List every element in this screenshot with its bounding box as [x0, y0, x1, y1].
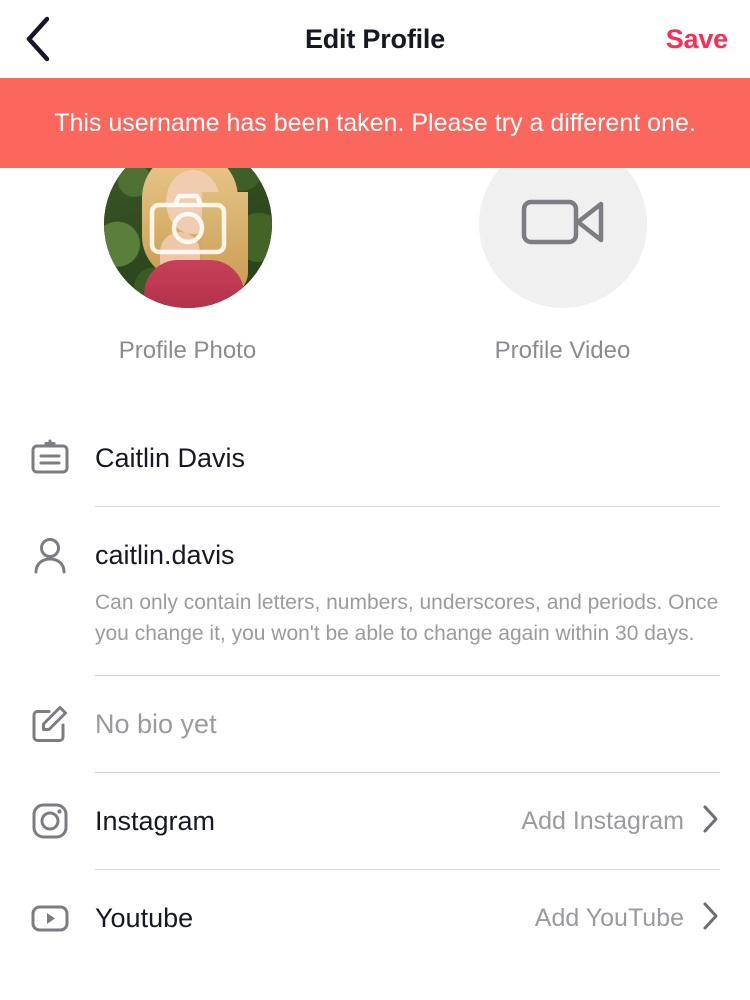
username-field-body: caitlin.davis Can only contain letters, …: [76, 507, 720, 675]
person-icon: [30, 507, 76, 603]
instagram-right: Add Instagram: [521, 804, 720, 839]
name-row[interactable]: Caitlin Davis: [0, 410, 750, 506]
edit-icon: [30, 676, 76, 772]
id-card-icon: [30, 410, 76, 506]
youtube-label: Youtube: [95, 902, 194, 933]
youtube-line: Youtube Add YouTube: [95, 870, 720, 966]
profile-photo-group: Profile Photo: [0, 140, 375, 365]
username-value: caitlin.davis: [95, 539, 235, 570]
youtube-icon: [30, 870, 76, 966]
youtube-row[interactable]: Youtube Add YouTube: [0, 870, 750, 966]
page-title: Edit Profile: [304, 23, 446, 54]
bio-placeholder: No bio yet: [95, 708, 217, 739]
save-button[interactable]: Save: [666, 0, 728, 78]
error-banner-message: This username has been taken. Please try…: [54, 109, 696, 137]
instagram-line: Instagram Add Instagram: [95, 773, 720, 869]
error-banner: This username has been taken. Please try…: [0, 78, 750, 168]
profile-fields-list: Caitlin Davis caitlin.davis Can only con…: [0, 410, 750, 966]
username-help-text: Can only contain letters, numbers, under…: [95, 591, 719, 645]
profile-video-label: Profile Video: [494, 337, 631, 364]
name-field[interactable]: Caitlin Davis: [95, 410, 720, 506]
media-row: Profile Photo Profile Video: [0, 140, 750, 365]
chevron-right-icon: [702, 804, 720, 839]
profile-photo-label: Profile Photo: [118, 337, 257, 364]
name-field-body: Caitlin Davis: [76, 410, 720, 506]
youtube-right: Add YouTube: [535, 901, 720, 936]
video-camera-icon: [521, 194, 605, 255]
instagram-action-label[interactable]: Add Instagram: [521, 807, 684, 836]
chevron-left-icon: [23, 16, 53, 62]
back-button[interactable]: [8, 0, 68, 78]
youtube-body: Youtube Add YouTube: [76, 870, 720, 966]
instagram-icon: [30, 773, 76, 869]
instagram-body: Instagram Add Instagram: [76, 773, 720, 869]
instagram-row[interactable]: Instagram Add Instagram: [0, 773, 750, 869]
app-header: Edit Profile Save: [0, 0, 750, 78]
username-row[interactable]: caitlin.davis Can only contain letters, …: [0, 507, 750, 675]
chevron-right-icon: [702, 901, 720, 936]
bio-field-body: No bio yet: [76, 676, 720, 772]
bio-row[interactable]: No bio yet: [0, 676, 750, 772]
bio-field[interactable]: No bio yet: [95, 676, 720, 772]
profile-video-group: Profile Video: [375, 140, 750, 365]
name-value: Caitlin Davis: [95, 442, 246, 473]
youtube-action-label[interactable]: Add YouTube: [535, 904, 684, 933]
instagram-label: Instagram: [95, 805, 216, 836]
